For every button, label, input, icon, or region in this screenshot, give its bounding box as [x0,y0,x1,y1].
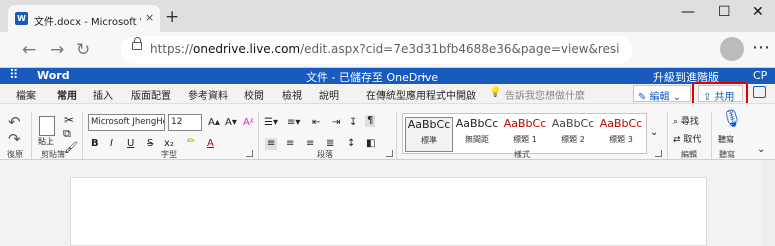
format-painter-icon[interactable]: 🖌 [64,142,78,154]
browser-tab-strip: W 文件.docx - Microsoft Word Online × + — … [0,0,775,32]
find-button[interactable]: ⌕ 尋找 [673,116,699,128]
word-icon: W [15,12,28,25]
lock-icon [132,37,142,50]
style-normal[interactable]: AaBbCc 標準 [405,117,453,152]
ribbon-tabs: 檔案 常用 插入 版面配置 參考資料 校閱 檢視 說明 在傳統型應用程式中開啟 … [0,84,775,105]
browser-tab-word-document[interactable]: W 文件.docx - Microsoft Word Online × [8,5,160,32]
numbering-icon[interactable]: ≡▾ [287,117,300,129]
title-chevron-icon[interactable]: ⌄ [419,68,428,81]
app-launcher-icon[interactable]: ⠿ [9,68,18,84]
refresh-icon[interactable]: ↻ [76,40,90,60]
clipboard-group-label: 剪貼簿 [41,150,65,159]
ribbon-expand-icon[interactable]: ⌄ [757,144,765,156]
tab-references[interactable]: 參考資料 [188,87,228,102]
home-ribbon: ↶ ↷ 復原 貼上 ✂ ⧉ 🖌 剪貼簿 Microsoft JhengHe...… [0,103,775,160]
maximize-button[interactable]: ☐ [718,4,731,20]
voice-group-label: 聽寫 [719,150,735,159]
font-group-label: 字型 [161,150,177,159]
increase-indent-icon[interactable]: ⇥ [332,117,340,129]
editing-mode-button[interactable]: ✎ 編輯 ⌄ [633,85,691,103]
align-center-icon[interactable]: ≡ [286,138,294,150]
align-left-icon[interactable]: ≡ [265,138,278,150]
tab-review[interactable]: 校閱 [244,87,264,102]
copy-icon[interactable]: ⧉ [63,128,71,140]
vertical-scrollbar[interactable] [763,160,775,246]
styles-group-label: 樣式 [514,150,530,159]
styles-gallery: AaBbCc 標準 AaBbCc 無間距 AaBbCc 標題 1 AaBbCc 標題 2… [402,113,647,154]
microphone-icon[interactable]: 🎙 [721,111,743,128]
font-dialog-launcher-icon[interactable] [246,150,253,157]
cut-icon[interactable]: ✂ [64,114,74,126]
minimize-button[interactable]: — [681,4,695,20]
show-marks-icon[interactable]: ¶ [365,115,376,127]
document-canvas [0,160,775,246]
font-name-select[interactable]: Microsoft JhengHe... [88,114,165,131]
underline-button[interactable]: U [127,138,134,150]
browser-menu-icon[interactable]: ⋯ [752,37,770,58]
window-close-button[interactable]: ✕ [752,4,764,20]
font-color-button[interactable]: A [207,138,214,150]
style-heading-3[interactable]: AaBbCc 標題 3 [597,117,645,152]
tab-layout[interactable]: 版面配置 [131,87,171,102]
lightbulb-icon: 💡 [489,87,502,98]
new-tab-button[interactable]: + [165,7,179,27]
style-no-spacing[interactable]: AaBbCc 無間距 [453,117,501,152]
replace-button[interactable]: ⇄ 取代 [673,134,701,146]
undo-icon[interactable]: ↶ [8,115,21,130]
group-separator [258,112,259,160]
bullets-icon[interactable]: ☰▾ [264,117,278,129]
group-separator [396,112,397,160]
url-text: https://onedrive.live.com/edit.aspx?cid=… [150,42,619,56]
tab-view[interactable]: 檢視 [282,87,302,102]
editing-group-label: 編輯 [681,150,697,159]
shading-icon[interactable]: ◧ [366,138,375,150]
profile-avatar[interactable] [720,37,744,61]
tab-help[interactable]: 說明 [319,87,339,102]
bold-button[interactable]: B [91,138,99,150]
highlight-icon[interactable]: ✏ [187,136,195,148]
paragraph-group-label: 段落 [317,150,333,159]
tab-title: 文件.docx - Microsoft Word Online [34,17,141,28]
group-separator [82,112,83,160]
tell-me-search[interactable]: 告訴我您想做什麼 [505,87,585,102]
italic-button[interactable]: I [110,138,113,150]
browser-toolbar: ← → ↻ https://onedrive.live.com/edit.asp… [0,32,775,68]
styles-more-icon[interactable]: ⌄ [650,127,658,139]
paragraph-dialog-launcher-icon[interactable] [386,150,393,157]
address-bar[interactable]: https://onedrive.live.com/edit.aspx?cid=… [121,36,632,64]
style-heading-1[interactable]: AaBbCc 標題 1 [501,117,549,152]
forward-arrow-icon[interactable]: → [50,40,64,60]
tab-close-button[interactable]: × [145,11,154,24]
back-arrow-icon[interactable]: ← [22,40,36,60]
line-spacing-icon[interactable]: ↕ [347,138,355,150]
styles-dialog-launcher-icon[interactable] [655,150,662,157]
undo-group-label: 復原 [7,150,23,159]
comment-icon[interactable] [753,86,766,98]
tab-insert[interactable]: 插入 [93,87,113,102]
grow-font-icon[interactable]: A▴ [208,117,220,129]
clear-format-icon[interactable]: Aᵡ [243,117,253,129]
font-size-select[interactable]: 12 [168,114,202,131]
decrease-indent-icon[interactable]: ⇤ [312,117,320,129]
paste-button-label[interactable]: 貼上 [38,136,54,148]
group-separator [31,112,32,160]
word-title-bar: ⠿ Word 文件 - 已儲存至 OneDrive ⌄ 升級到進階版 CP [0,68,775,84]
tab-file[interactable]: 檔案 [16,87,36,102]
style-heading-2[interactable]: AaBbCc 標題 2 [549,117,597,152]
redo-icon[interactable]: ↷ [8,132,21,147]
strikethrough-icon[interactable]: S̶ [147,138,153,150]
group-separator [711,112,712,160]
document-page[interactable] [70,177,707,246]
shrink-font-icon[interactable]: A▾ [225,117,237,129]
paste-icon[interactable] [39,116,55,136]
align-right-icon[interactable]: ≡ [306,138,314,150]
group-separator [667,112,668,160]
user-initials[interactable]: CP [753,69,767,82]
sort-icon[interactable]: ↧ [349,117,357,129]
dictate-button-label[interactable]: 聽寫 [718,134,734,146]
open-desktop-app[interactable]: 在傳統型應用程式中開啟 [366,87,476,102]
word-brand[interactable]: Word [37,69,70,82]
